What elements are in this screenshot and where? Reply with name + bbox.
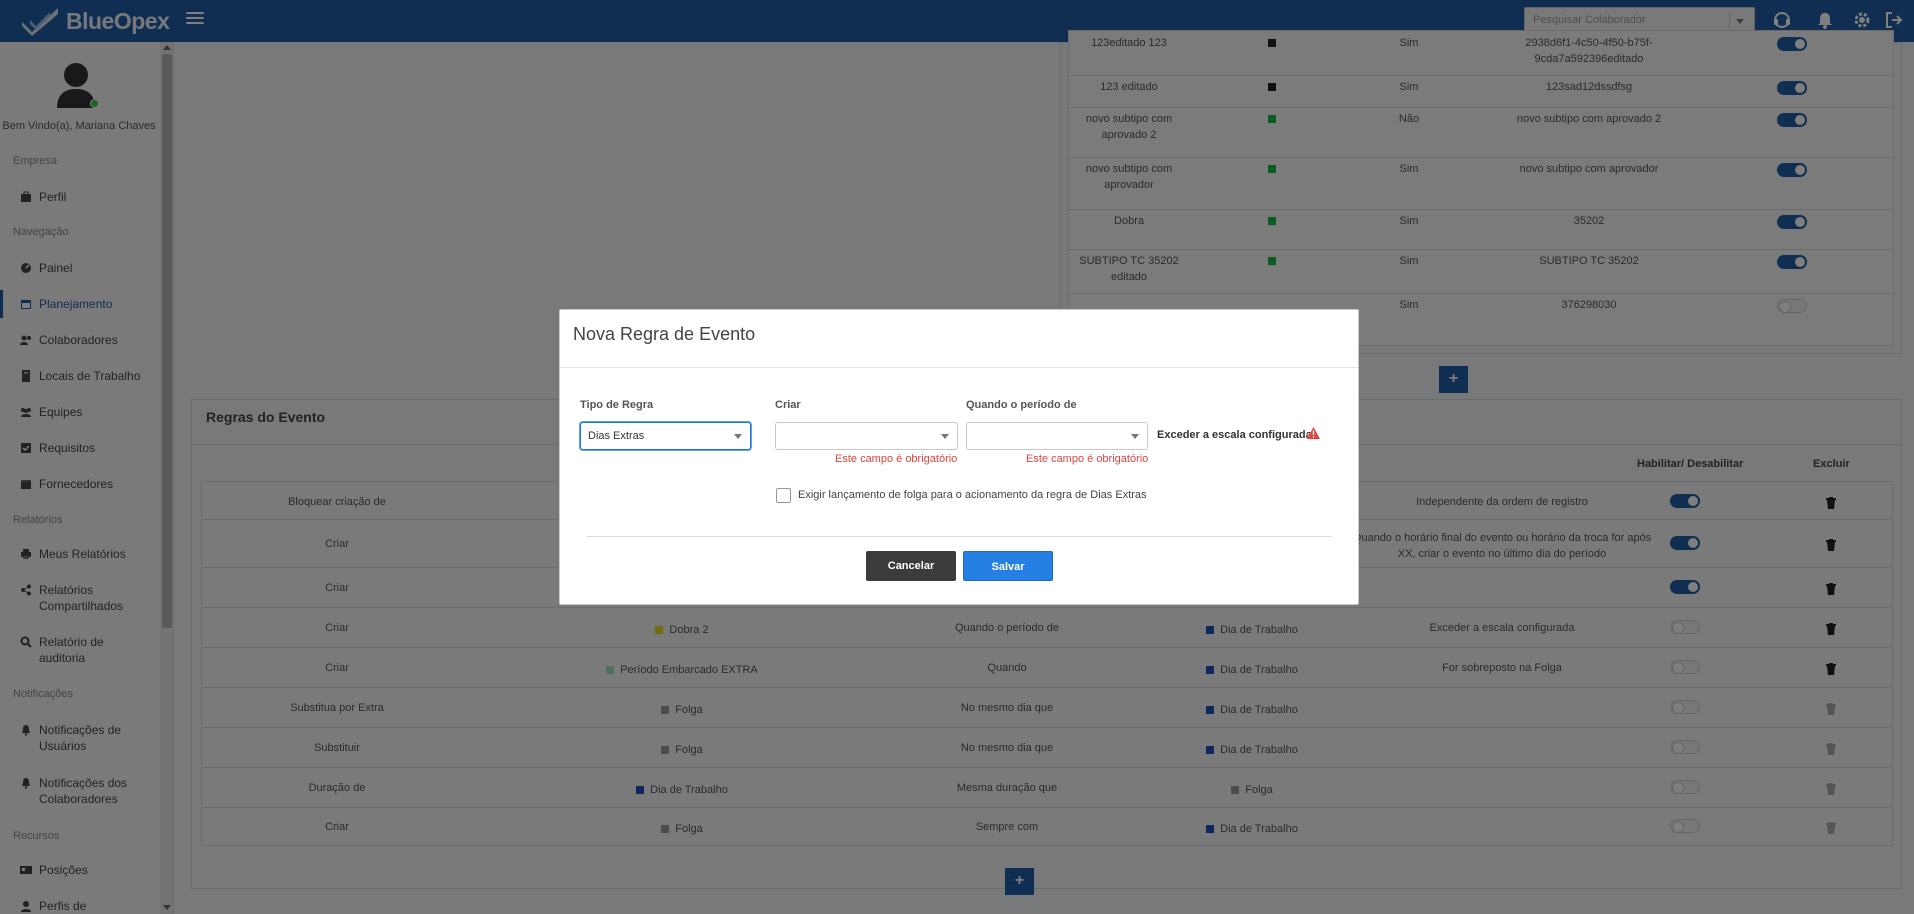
when-error: Este campo é obrigatório [1026,453,1149,465]
create-select[interactable] [775,422,958,450]
create-error: Este campo é obrigatório [835,453,958,465]
chevron-down-icon [1131,434,1139,439]
rule-type-value: Dias Extras [588,430,645,442]
rule-type-select[interactable]: Dias Extras [580,422,751,450]
chevron-down-icon [734,434,742,439]
require-dayoff-label: Exigir lançamento de folga para o aciona… [798,489,1147,501]
save-button[interactable]: Salvar [963,551,1053,581]
require-dayoff-checkbox[interactable] [776,488,791,503]
chevron-down-icon [941,434,949,439]
create-label: Criar [775,399,801,411]
when-label: Quando o período de [966,399,1077,411]
new-rule-modal: Nova Regra de Evento Tipo de Regra Dias … [559,309,1359,605]
rule-type-label: Tipo de Regra [580,399,654,411]
cancel-button[interactable]: Cancelar [866,551,956,581]
when-select[interactable] [966,422,1148,450]
warning-icon[interactable] [1307,427,1320,439]
modal-title: Nova Regra de Evento [573,324,756,344]
exceed-label: Exceder a escala configurada [1157,429,1312,441]
